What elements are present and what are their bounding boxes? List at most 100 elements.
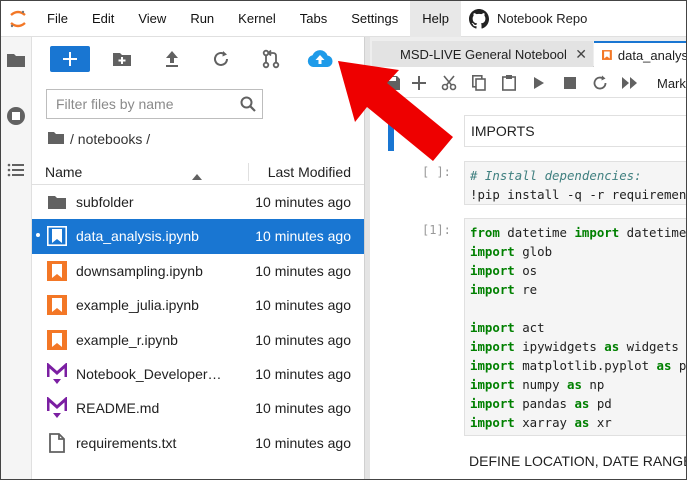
file-row[interactable]: example_julia.ipynb 10 minutes ago [32,288,364,322]
breadcrumb-home-icon[interactable] [48,131,64,147]
upload-button[interactable] [160,46,184,72]
code-text: np [581,377,605,392]
folder-tab-icon[interactable] [5,49,27,71]
code-keyword: as [574,396,590,411]
code-text: act [514,320,545,335]
code-keyword: as [566,377,582,392]
file-name: downsampling.ipynb [76,262,203,279]
code-keyword: import [470,358,515,373]
file-name: Notebook_Developers… [76,365,226,382]
code-keyword: as [604,339,620,354]
file-last-modified: 10 minutes ago [255,262,351,279]
cloud-upload-icon [307,50,333,67]
restart-kernel-icon[interactable] [591,74,609,92]
file-row[interactable]: requirements.txt 10 minutes ago [32,426,364,460]
breadcrumb-path[interactable]: / notebooks / [70,131,150,147]
close-icon[interactable]: ✕ [575,46,587,63]
menu-edit[interactable]: Edit [80,1,126,37]
tab-label: MSD-LIVE General Notebool [400,46,567,62]
code-keyword: import [470,396,515,411]
file-name: subfolder [76,194,134,210]
tab-data-analysis[interactable]: data_analys [594,41,686,67]
notebook-repo-menu[interactable]: Notebook Repo [461,8,587,29]
code-comment: # Install dependencies: [470,168,642,183]
file-row[interactable]: README.md 10 minutes ago [32,391,364,425]
code-keyword: as [574,415,590,430]
git-pull-button[interactable] [259,46,283,72]
menu-tabs[interactable]: Tabs [288,1,339,37]
copy-icon[interactable] [470,74,488,92]
code-cell-imports[interactable]: from datetime import datetime import glob… [464,218,686,436]
menu-help[interactable]: Help [410,1,461,37]
file-row[interactable]: downsampling.ipynb 10 minutes ago [32,254,364,288]
new-folder-button[interactable] [110,46,134,72]
sort-ascending-icon[interactable] [192,167,202,183]
column-divider[interactable] [248,163,249,181]
code-line: import os [470,261,686,280]
active-cell-indicator [388,115,394,151]
code-cell-install[interactable]: # Install dependencies: !pip install -q … [464,161,686,205]
menu-kernel[interactable]: Kernel [226,1,288,37]
column-last-modified-header[interactable]: Last Modified [268,164,351,180]
file-browser-toolbar [32,37,364,83]
refresh-button[interactable] [209,46,233,72]
notebook-toolbar: Mark [370,68,686,98]
table-of-contents-icon[interactable] [5,159,27,181]
file-last-modified: 10 minutes ago [255,297,351,314]
filter-files-input[interactable] [56,96,236,112]
github-icon [468,8,489,29]
file-last-modified: 10 minutes ago [255,194,351,210]
file-last-modified: 10 minutes ago [255,365,351,382]
cell-prompt: [ ]: [422,165,451,179]
file-row[interactable]: example_r.ipynb 10 minutes ago [32,323,364,357]
code-text: re [514,282,538,297]
file-row[interactable]: data_analysis.ipynb 10 minutes ago [32,219,364,254]
notebook-icon [602,50,612,60]
code-keyword: import [470,244,515,259]
code-text: numpy [514,377,567,392]
menu-view[interactable]: View [126,1,178,37]
running-kernels-icon[interactable] [5,105,27,127]
new-launcher-button[interactable] [50,46,90,72]
file-last-modified: 10 minutes ago [255,228,351,245]
code-keyword: import [470,282,515,297]
cell-type-dropdown[interactable]: Mark [657,76,686,91]
insert-cell-icon[interactable] [410,74,428,92]
code-keyword: import [574,225,620,240]
markdown-cell-imports[interactable]: IMPORTS [464,115,686,147]
notebook-panel: MSD-LIVE General Notebool ✕ data_analys [370,37,686,479]
file-row[interactable]: Notebook_Developers… 10 minutes ago [32,357,364,391]
run-cell-icon[interactable] [530,74,548,92]
breadcrumb: / notebooks / [48,129,150,149]
markdown-cell-define-location[interactable]: DEFINE LOCATION, DATE RANGE, AND MODEL [469,453,686,469]
code-text: pandas [514,396,575,411]
code-keyword: import [470,339,515,354]
menu-settings[interactable]: Settings [339,1,410,37]
markdown-icon [46,362,68,385]
menu-run[interactable]: Run [178,1,226,37]
notebook-icon [46,329,68,351]
tab-msd-live-general-notebook[interactable]: MSD-LIVE General Notebool ✕ [372,41,593,67]
notebook-icon [46,294,68,316]
filter-files-field[interactable] [46,89,263,119]
paste-icon[interactable] [500,74,518,92]
jupyter-logo-icon[interactable] [1,1,35,37]
file-name: example_r.ipynb [76,331,178,348]
code-text: pd [589,396,612,411]
search-icon [240,96,256,115]
code-text: ipywidgets [514,339,605,354]
menu-file[interactable]: File [35,1,80,37]
file-name: example_julia.ipynb [76,297,199,314]
code-line: import glob [470,242,686,261]
save-icon[interactable] [384,74,402,92]
code-line: from datetime import datetime [470,223,686,242]
cut-icon[interactable] [440,74,458,92]
file-last-modified: 10 minutes ago [255,400,351,417]
stop-icon[interactable] [561,74,579,92]
column-name-header[interactable]: Name [45,164,82,180]
file-row[interactable]: subfolder 10 minutes ago [32,185,364,219]
fast-forward-icon[interactable] [621,74,639,92]
cloud-upload-button[interactable] [304,46,336,72]
new-folder-icon [113,53,131,66]
